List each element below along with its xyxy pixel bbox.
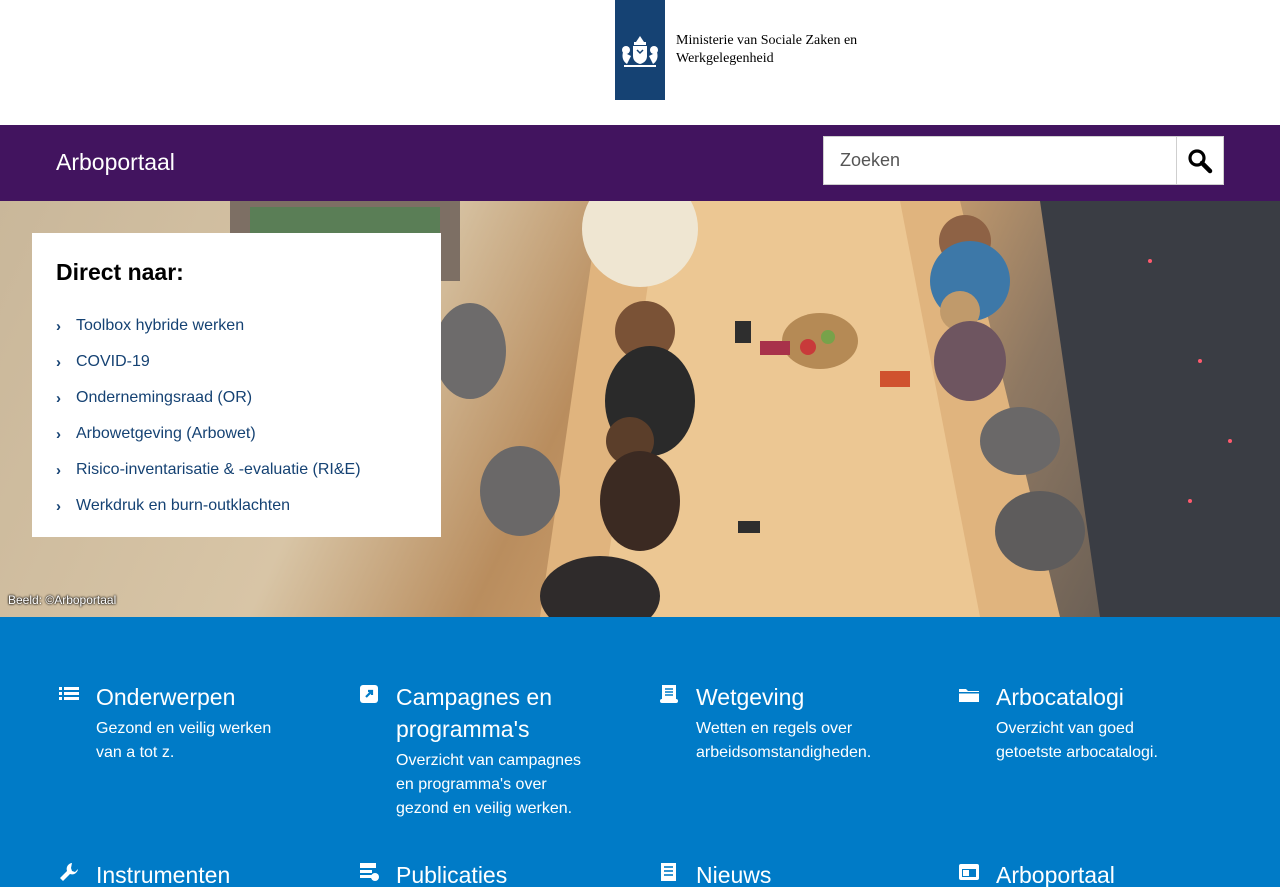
nav-bar: Arboportaal: [0, 125, 1280, 201]
direct-links-panel: Direct naar: › Toolbox hybride werken › …: [32, 233, 441, 537]
tile-title: Campagnes en programma's: [396, 684, 552, 742]
search-input[interactable]: [823, 136, 1177, 185]
direct-link-rie[interactable]: Risico-inventarisatie & -evaluatie (RI&E…: [76, 461, 361, 479]
wrench-icon: [60, 863, 78, 881]
external-link-icon: [360, 685, 378, 703]
tile-description: Gezond en veilig werken van a tot z.: [96, 720, 272, 761]
tile-title: Onderwerpen: [96, 684, 236, 710]
chevron-right-icon: ›: [56, 389, 61, 407]
coat-of-arms-icon: [615, 0, 665, 100]
list-item: › Arbowetgeving (Arbowet): [56, 416, 417, 452]
folder-icon: [959, 689, 979, 702]
tile-nieuws[interactable]: Nieuws: [658, 859, 898, 887]
tile-description: Wetten en regels over arbeidsomstandighe…: [696, 720, 872, 761]
tile-title: Arbocatalogi: [996, 684, 1124, 710]
hero-section: Direct naar: › Toolbox hybride werken › …: [0, 201, 1280, 617]
tile-campagnes[interactable]: Campagnes en programma's Overzicht van c…: [358, 681, 598, 821]
site-title[interactable]: Arboportaal: [56, 149, 175, 176]
direct-link-arbowet[interactable]: Arbowetgeving (Arbowet): [76, 425, 256, 443]
tile-title: Arboportaal: [996, 862, 1115, 887]
list-item: › COVID-19: [56, 344, 417, 380]
tile-onderwerpen[interactable]: Onderwerpen Gezond en veilig werken van …: [58, 681, 298, 765]
ministry-name-line-2: Werkgelegenheid: [676, 51, 774, 66]
list-item: › Risico-inventarisatie & -evaluatie (RI…: [56, 452, 417, 488]
chevron-right-icon: ›: [56, 353, 61, 371]
list-icon: [59, 687, 79, 700]
tile-arbocatalogi[interactable]: Arbocatalogi Overzicht van goed getoetst…: [958, 681, 1198, 765]
tile-title: Instrumenten: [96, 862, 231, 887]
search-button[interactable]: [1176, 136, 1224, 185]
image-credit: Beeld: ©Arboportaal: [8, 593, 117, 607]
tile-publicaties[interactable]: Publicaties: [358, 859, 598, 887]
chevron-right-icon: ›: [56, 461, 61, 479]
tile-title: Nieuws: [696, 862, 772, 887]
tile-description: Overzicht van goed getoetste arbocatalog…: [996, 720, 1158, 761]
direct-link-or[interactable]: Ondernemingsraad (OR): [76, 389, 252, 407]
list-item: › Werkdruk en burn-outklachten: [56, 488, 417, 524]
site-header: Ministerie van Sociale Zaken en Werkgele…: [0, 0, 1280, 125]
tile-arboportaal[interactable]: Arboportaal: [958, 859, 1198, 887]
direct-links-title: Direct naar:: [56, 259, 184, 285]
direct-link-covid[interactable]: COVID-19: [76, 353, 150, 371]
newspaper-icon: [661, 863, 676, 881]
tiles-section: Onderwerpen Gezond en veilig werken van …: [0, 617, 1280, 887]
tile-title: Wetgeving: [696, 684, 805, 710]
chevron-right-icon: ›: [56, 317, 61, 335]
ministry-name: Ministerie van Sociale Zaken en Werkgele…: [676, 32, 857, 68]
direct-link-toolbox[interactable]: Toolbox hybride werken: [76, 317, 244, 335]
scroll-icon: [660, 685, 678, 703]
tile-description: Overzicht van campagnes en programma's o…: [396, 752, 581, 817]
tile-instrumenten[interactable]: Instrumenten: [58, 859, 298, 887]
list-item: › Ondernemingsraad (OR): [56, 380, 417, 416]
tile-wetgeving[interactable]: Wetgeving Wetten en regels over arbeidso…: [658, 681, 898, 765]
tile-title: Publicaties: [396, 862, 508, 887]
chevron-right-icon: ›: [56, 497, 61, 515]
browser-window-icon: [959, 864, 979, 880]
ministry-logo[interactable]: Ministerie van Sociale Zaken en Werkgele…: [615, 0, 857, 100]
chevron-right-icon: ›: [56, 425, 61, 443]
publication-icon: [360, 863, 379, 881]
search-icon: [1188, 148, 1213, 173]
ministry-name-line-1: Ministerie van Sociale Zaken en: [676, 33, 858, 48]
direct-links-list: › Toolbox hybride werken › COVID-19 › On…: [56, 308, 417, 524]
direct-link-werkdruk[interactable]: Werkdruk en burn-outklachten: [76, 497, 290, 515]
list-item: › Toolbox hybride werken: [56, 308, 417, 344]
